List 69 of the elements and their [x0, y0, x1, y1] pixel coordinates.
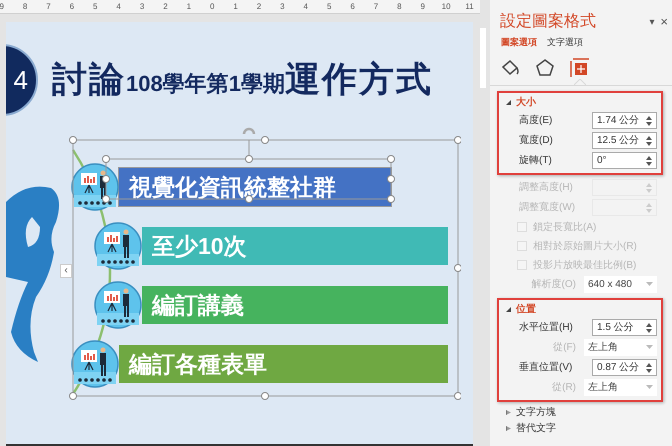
- field-label: 水平位置(H): [519, 320, 574, 335]
- pane-title: 設定圖案格式: [500, 11, 596, 32]
- pane-menu-button[interactable]: ▾: [649, 14, 654, 30]
- spinner-icon: [646, 116, 652, 126]
- ruler-number: 11: [465, 2, 474, 10]
- spin-field[interactable]: 0°: [592, 152, 657, 169]
- ruler-number: 1: [233, 2, 238, 10]
- ruler-number: 2: [256, 2, 262, 10]
- ruler-number: 3: [140, 2, 144, 10]
- field-label: 調整高度(H): [519, 180, 574, 195]
- field-label: 從(R): [551, 381, 577, 395]
- ruler-number: 9: [0, 2, 4, 10]
- field-label: 旋轉(T): [519, 154, 553, 168]
- presenter-icon: [71, 340, 119, 388]
- spin-field[interactable]: 1.74 公分: [592, 112, 657, 129]
- spinner-icon: [646, 156, 652, 166]
- field-label: 調整寬度(W): [519, 200, 576, 215]
- ruler-number: 6: [350, 2, 355, 10]
- ruler-number: 10: [442, 2, 451, 10]
- ruler-number: 4: [116, 2, 121, 10]
- ruler-number: 4: [304, 2, 308, 10]
- checkbox-label: 投影片放映最佳比例(B): [533, 258, 636, 272]
- field-label: 寬度(D): [519, 134, 554, 148]
- ruler-number: 6: [70, 2, 74, 10]
- dropdown-arrow-icon: [646, 282, 653, 287]
- spin-field[interactable]: 0.87 公分: [592, 359, 657, 376]
- spin-field[interactable]: 12.5 公分: [592, 132, 657, 149]
- section-heading[interactable]: 大小: [516, 95, 536, 110]
- presenter-icon: [94, 222, 142, 270]
- size-position-icon[interactable]: [570, 58, 590, 78]
- spinner-icon: [646, 182, 652, 192]
- checkbox-label: 鎖定長寬比(A): [533, 220, 596, 234]
- ruler-number: 7: [374, 2, 378, 10]
- pentagon-icon[interactable]: [535, 58, 555, 78]
- ruler-number: 0: [210, 2, 214, 10]
- checkbox-label: 相對於原始圖片大小(R): [533, 240, 637, 254]
- field-label: 高度(E): [519, 114, 554, 128]
- ruler-number: 9: [420, 2, 425, 10]
- number-badge: 4: [6, 44, 38, 116]
- field-label: 垂直位置(V): [519, 360, 574, 375]
- field-label: 解析度(O): [530, 278, 577, 292]
- field-label: 從(F): [552, 341, 577, 355]
- paint-bucket-icon[interactable]: [500, 58, 520, 78]
- section-heading[interactable]: 文字方塊: [516, 405, 556, 420]
- spinner-icon: [646, 202, 652, 212]
- section-heading[interactable]: 替代文字: [516, 421, 556, 436]
- dropdown-arrow-icon: [646, 345, 653, 350]
- ruler-number: 7: [46, 2, 51, 10]
- pane-tab[interactable]: 文字選項: [547, 36, 583, 50]
- ruler-number: 5: [326, 2, 332, 10]
- spinner-icon: [646, 136, 652, 146]
- ruler-number: 8: [22, 2, 28, 10]
- list-item-bar[interactable]: 視覺化資訊統整社群: [119, 168, 391, 206]
- presenter-icon: [71, 163, 119, 211]
- section-heading[interactable]: 位置: [516, 302, 536, 317]
- presenter-icon: [94, 281, 142, 329]
- spinner-icon: [646, 322, 652, 332]
- ruler-number: 5: [93, 2, 98, 10]
- spin-field[interactable]: 1.5 公分: [592, 319, 657, 336]
- ruler-number: 2: [163, 2, 168, 10]
- spinner-icon: [646, 362, 652, 372]
- ruler-number: 1: [186, 2, 192, 10]
- slide-title: 討論108學年第1學期運作方式: [52, 58, 433, 101]
- ruler-number: 3: [280, 2, 285, 10]
- collapse-button[interactable]: ‹: [60, 264, 72, 278]
- close-button[interactable]: ×: [660, 12, 668, 32]
- dropdown-arrow-icon: [646, 385, 653, 390]
- pane-tab[interactable]: 圖案選項: [501, 36, 537, 50]
- ruler-number: 8: [397, 2, 402, 10]
